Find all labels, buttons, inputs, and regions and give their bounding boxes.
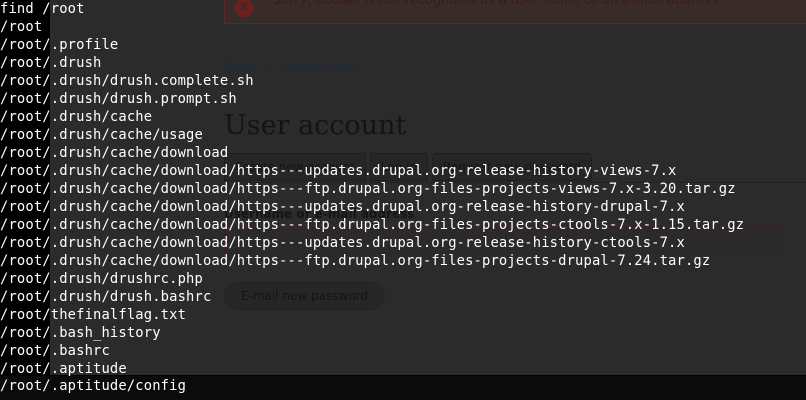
- terminal-line: /root/.drush/drush.prompt.sh: [0, 91, 237, 107]
- terminal-line: /root/.drush/cache/download/https---ftp.…: [0, 181, 736, 197]
- terminal-line: /root/.drush/drush.complete.sh: [0, 73, 254, 89]
- terminal-line: /root/thefinalflag.txt: [0, 307, 187, 323]
- terminal-line: /root: [0, 19, 43, 35]
- terminal-line: /root/.drush/cache/download/https---upda…: [0, 163, 677, 179]
- terminal-bottom-bar: /root/.aptitude/config: [0, 376, 806, 400]
- terminal-output: find /root /root /root/.profile /root/.d…: [0, 0, 806, 400]
- terminal-line: /root/.drush/drushrc.php: [0, 271, 203, 287]
- terminal-line: /root/.bash_history: [0, 325, 161, 341]
- terminal-command-line: find /root: [0, 1, 85, 17]
- terminal-line: /root/.drush/cache/usage: [0, 127, 203, 143]
- terminal-line: /root/.bashrc: [0, 343, 110, 359]
- terminal-line: /root/.drush/cache/download/https---upda…: [0, 199, 685, 215]
- terminal-line: /root/.drush/cache/download: [0, 145, 229, 161]
- terminal-line: /root/.drush: [0, 55, 102, 71]
- terminal-line: /root/.profile: [0, 37, 119, 53]
- terminal-line: /root/.drush/cache: [0, 109, 153, 125]
- terminal-line: /root/.drush/cache/download/https---upda…: [0, 235, 685, 251]
- terminal-line: /root/.aptitude/config: [0, 378, 187, 394]
- terminal-line: /root/.drush/cache/download/https---ftp.…: [0, 253, 711, 269]
- terminal-line: /root/.drush/drush.bashrc: [0, 289, 212, 305]
- terminal-line: /root/.drush/cache/download/https---ftp.…: [0, 217, 745, 233]
